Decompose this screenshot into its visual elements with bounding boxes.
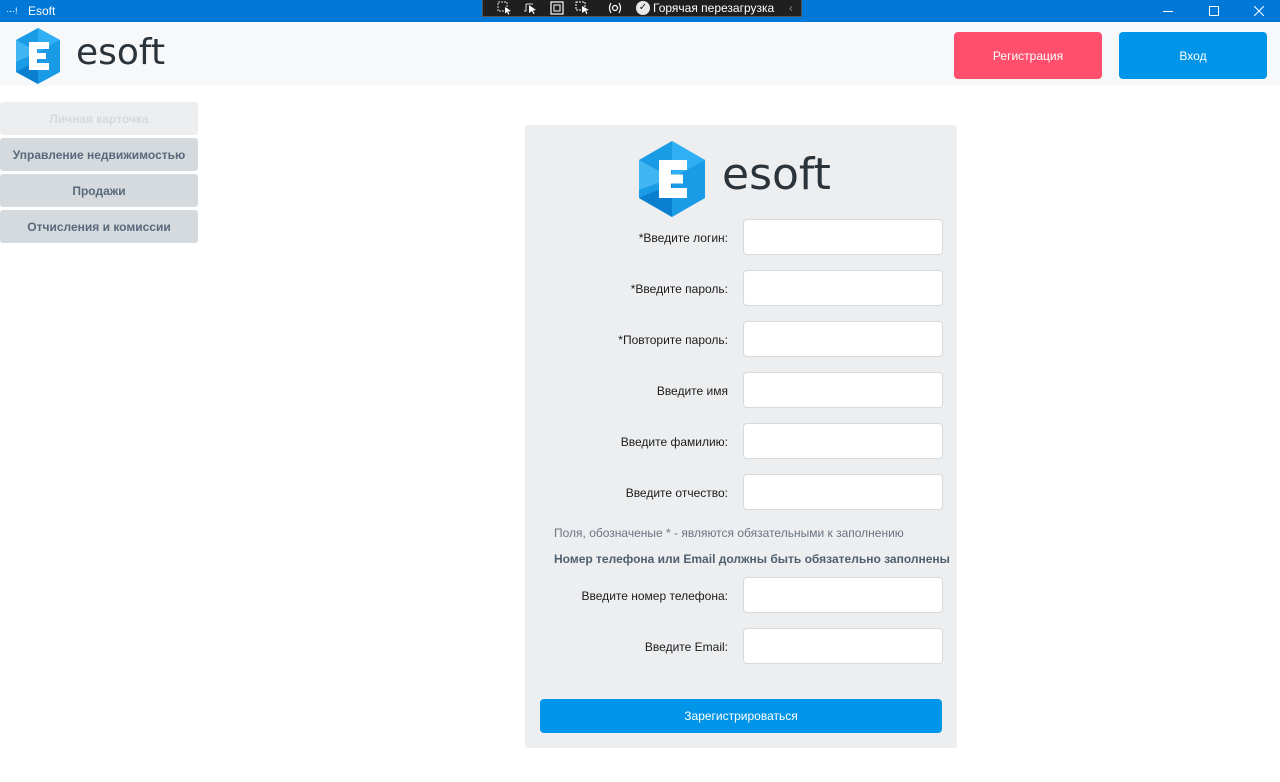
sidebar-item-deductions[interactable]: Отчисления и комиссии: [0, 210, 198, 243]
minimize-icon[interactable]: [1145, 0, 1191, 22]
select-element-icon[interactable]: [497, 1, 513, 15]
login-button[interactable]: Вход: [1119, 32, 1267, 79]
esoft-logo: esoft: [16, 28, 165, 84]
close-icon[interactable]: [1236, 0, 1280, 22]
login-input[interactable]: [743, 219, 943, 255]
svg-text:esoft: esoft: [722, 149, 831, 200]
binding-failures-icon[interactable]: [607, 1, 623, 15]
window-title-bar: ·-·! Esoft ✓ Горячая перезагрузка ‹: [0, 0, 1280, 22]
sidebar-item-sales[interactable]: Продажи: [0, 174, 198, 207]
register-button[interactable]: Регистрация: [954, 32, 1102, 79]
patronymic-input[interactable]: [743, 474, 943, 510]
phone-label: Введите номер телефона:: [581, 589, 728, 603]
hot-reload-status[interactable]: Горячая перезагрузка: [653, 0, 774, 16]
repeat-password-label: *Повторите пароль:: [618, 333, 728, 347]
first-name-label: Введите имя: [656, 384, 728, 398]
required-fields-note: Поля, обозначеные * - являются обязатель…: [554, 526, 904, 540]
submit-registration-button[interactable]: Зарегистрироваться: [540, 699, 942, 733]
first-name-input[interactable]: [743, 372, 943, 408]
patronymic-label: Введите отчество:: [625, 486, 728, 500]
contact-required-note: Номер телефона или Email должны быть обя…: [554, 552, 950, 566]
esoft-logo-large: esoft: [639, 141, 831, 217]
last-name-input[interactable]: [743, 423, 943, 459]
svg-text:esoft: esoft: [76, 32, 165, 73]
password-input[interactable]: [743, 270, 943, 306]
sidebar-item-property-management[interactable]: Управление недвижимостью: [0, 138, 198, 171]
login-label: *Введите логин:: [638, 231, 728, 245]
email-label: Введите Email:: [644, 640, 728, 654]
track-focus-icon[interactable]: [575, 1, 591, 15]
repeat-password-input[interactable]: [743, 321, 943, 357]
check-icon: ✓: [636, 1, 650, 15]
phone-input[interactable]: [743, 577, 943, 613]
hot-reload-toolbar: ✓ Горячая перезагрузка ‹: [482, 0, 802, 17]
layout-adorner-icon[interactable]: [549, 1, 565, 15]
app-icon: ·-·!: [6, 6, 18, 16]
password-label: *Введите пароль:: [630, 282, 728, 296]
email-input[interactable]: [743, 628, 943, 664]
window-title: Esoft: [28, 4, 56, 18]
sidebar-item-personal-card: Личная карточка: [0, 102, 198, 135]
last-name-label: Введите фамилию:: [620, 435, 728, 449]
maximize-icon[interactable]: [1191, 0, 1237, 22]
collapse-toolbar-icon[interactable]: ‹: [789, 0, 793, 16]
pointer-icon[interactable]: [523, 1, 539, 15]
